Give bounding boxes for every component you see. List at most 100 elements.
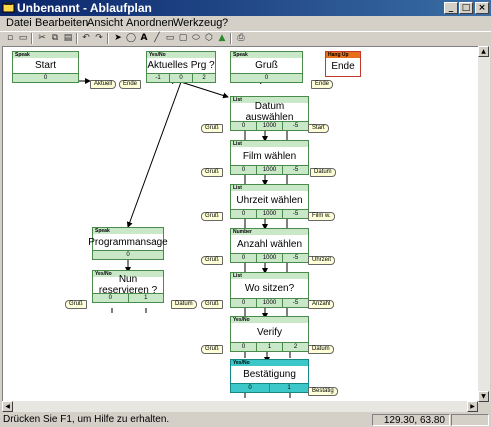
node-value: -1 [147,74,170,82]
minimize-button[interactable]: _ [444,2,458,14]
menu-werkzeug[interactable]: Werkzeug [173,16,222,31]
link-tag[interactable]: Gruß [201,345,223,354]
menu-ansicht[interactable]: Ansicht [87,16,123,31]
node-type: List [231,141,308,147]
scroll-right-icon[interactable]: ▶ [467,401,478,412]
node-datum-auswaehlen[interactable]: List Datum auswählen 0 1000 -5 [230,96,309,131]
node-type: Speak [231,52,302,58]
menu-datei[interactable]: Datei [6,16,32,31]
menu-bearbeiten[interactable]: Bearbeiten [35,16,88,31]
node-label: Ende [331,60,355,72]
pointer-icon[interactable]: ➤ [112,33,124,44]
node-label: Wo sitzen? [244,283,295,294]
status-bar: Drücken Sie F1, um Hilfe zu erhalten. 12… [0,413,491,427]
node-aktuelles-programm[interactable]: Yes/No Aktuelles Prg ? -1 0 2 [146,51,216,83]
link-tag[interactable]: Datum [171,300,197,309]
node-values: 0 [13,73,78,82]
rectangle-icon[interactable]: ▭ [164,33,176,44]
link-tag[interactable]: Film w. [308,212,335,221]
node-value: -5 [292,211,299,217]
node-values: 0 1 [93,293,163,302]
redo-icon[interactable]: ↷ [93,33,105,44]
link-tag[interactable]: Datum [308,345,334,354]
node-ende[interactable]: Hang Up Ende [325,51,361,77]
menu-anordnen[interactable]: Anordnen [126,16,174,31]
link-tag[interactable]: Gruß [201,124,223,133]
node-uhrzeit-waehlen[interactable]: List Uhrzeit wählen 0 1000 -5 [230,184,309,219]
image-icon[interactable]: ▲ [216,33,228,44]
rounded-rect-icon[interactable]: ▢ [177,33,189,44]
node-film-waehlen[interactable]: List Film wählen 0 1000 -5 [230,140,309,175]
node-nun-reservieren[interactable]: Yes/No Nun reservieren ? 0 1 [92,270,164,303]
node-value: 1000 [257,166,283,174]
node-type: Yes/No [231,317,308,323]
open-icon[interactable]: ▭ [17,33,29,44]
text-icon[interactable]: A [138,33,150,44]
node-value: 1 [144,295,148,301]
node-label: Start [34,60,57,71]
node-gruss[interactable]: Speak Gruß 0 [230,51,303,83]
polygon-icon[interactable]: ⬡ [203,33,215,44]
lasso-icon[interactable]: ◯ [125,33,137,44]
horizontal-scrollbar[interactable]: ◀ ▶ [2,401,478,412]
node-type: Yes/No [147,52,215,58]
node-value: 1 [257,343,283,351]
scroll-down-icon[interactable]: ▼ [478,391,489,402]
link-tag[interactable]: Gruß [201,168,223,177]
node-value: 1000 [257,254,283,262]
toolbar-separator [31,33,33,44]
node-bestaetigung[interactable]: Yes/No Bestätigung 0 1 [230,359,309,393]
line-icon[interactable]: ╱ [151,33,163,44]
menu-help[interactable]: ? [222,16,228,31]
link-tag[interactable]: Start [308,124,329,133]
node-values: 0 1000 -5 [231,298,308,307]
link-tag[interactable]: Gruß [201,212,223,221]
node-value: -5 [292,300,299,306]
node-anzahl-waehlen[interactable]: Number Anzahl wählen 0 1000 -5 [230,228,309,263]
node-value: 0 [231,122,257,130]
node-label: Anzahl wählen [236,238,303,250]
link-tag[interactable]: Datum [310,168,336,177]
node-values: 0 1000 -5 [231,165,308,174]
node-label: Gruß [255,60,278,71]
link-tag[interactable]: Ende [311,80,334,89]
link-tag[interactable]: Ende [119,80,142,89]
link-tag[interactable]: Gruß [201,256,223,265]
link-tag[interactable]: Uhrzeit [308,256,336,265]
link-tag[interactable]: Anzahl [308,300,335,309]
link-tag[interactable]: Gruß [65,300,87,309]
node-value: -5 [292,167,299,173]
link-tag[interactable]: Bestätig [308,387,338,396]
print-icon[interactable]: ⎙ [235,33,247,44]
node-value: 1000 [257,122,283,130]
node-wo-sitzen[interactable]: List Wo sitzen? 0 1000 -5 [230,272,309,308]
vertical-scrollbar[interactable]: ▲ ▼ [478,46,490,402]
close-icon: × [478,3,486,13]
node-type: List [231,185,308,191]
undo-icon[interactable]: ↶ [80,33,92,44]
node-label: Datum auswählen [245,101,294,123]
ellipse-icon[interactable]: ⬭ [190,33,202,44]
node-value: 0 [231,299,257,307]
toolbar-separator [107,33,109,44]
flowchart-canvas[interactable]: Speak Start 0 Yes/No Aktuelles Prg ? -1 … [2,46,479,403]
close-button[interactable]: × [475,2,489,14]
status-text: Drücken Sie F1, um Hilfe zu erhalten. [3,414,170,425]
node-verify[interactable]: Yes/No Verify 0 1 2 [230,316,309,352]
node-label: Programmansage [88,236,168,248]
maximize-button[interactable]: □ [459,2,473,14]
status-panel [451,414,489,426]
scroll-up-icon[interactable]: ▲ [478,46,489,57]
scroll-left-icon[interactable]: ◀ [2,401,13,412]
link-tag[interactable]: Aktuell [90,80,117,89]
copy-icon[interactable]: ⧉ [49,33,61,44]
new-icon[interactable]: ▫ [4,33,16,44]
link-tag[interactable]: Gruß [201,300,223,309]
maximize-icon: □ [461,3,471,13]
node-programmansage[interactable]: Speak Programmansage 0 [88,227,168,260]
node-label: Uhrzeit wählen [236,194,303,206]
paste-icon[interactable]: ▤ [62,33,74,44]
cut-icon[interactable]: ✂ [36,33,48,44]
node-start[interactable]: Speak Start 0 [12,51,79,83]
node-value: 0 [126,252,130,258]
